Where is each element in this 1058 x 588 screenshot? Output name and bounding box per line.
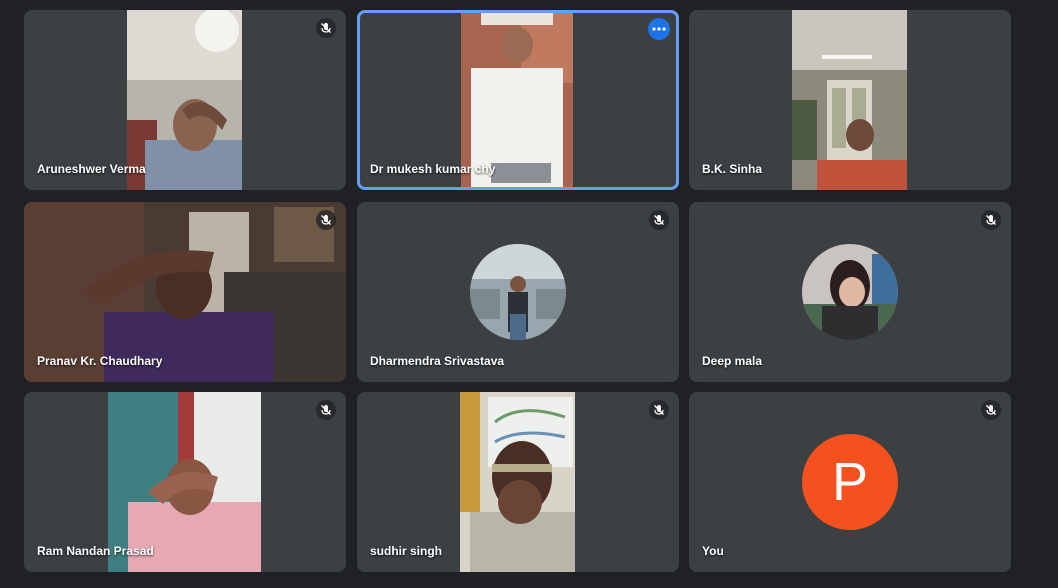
mic-off-icon <box>649 210 669 230</box>
participant-name: Dr mukesh kumar chy <box>370 162 496 176</box>
avatar <box>802 244 898 340</box>
participant-tile-deep-mala[interactable]: Deep mala <box>689 202 1011 382</box>
participant-tile-pranav-kr-chaudhary[interactable]: Pranav Kr. Chaudhary <box>24 202 346 382</box>
avatar <box>470 244 566 340</box>
mic-off-icon <box>316 210 336 230</box>
participant-tile-ram-nandan-prasad[interactable]: Ram Nandan Prasad <box>24 392 346 572</box>
mic-off-icon <box>981 210 1001 230</box>
participant-video <box>461 13 573 187</box>
participant-tile-dr-mukesh-kumar-chy[interactable]: Dr mukesh kumar chy <box>357 10 679 190</box>
more-options-button[interactable] <box>648 18 670 40</box>
participant-tile-aruneshwer-verma[interactable]: Aruneshwer Verma <box>24 10 346 190</box>
participant-name: Dharmendra Srivastava <box>370 354 505 368</box>
participant-name: sudhir singh <box>370 544 442 558</box>
participant-name: Deep mala <box>702 354 763 368</box>
mic-off-icon <box>316 18 336 38</box>
participant-tile-you[interactable]: P You <box>689 392 1011 572</box>
participant-name: B.K. Sinha <box>702 162 763 176</box>
participant-name: Pranav Kr. Chaudhary <box>37 354 163 368</box>
participant-grid: Aruneshwer Verma Dr mukesh kumar chy B.K… <box>0 0 1058 588</box>
mic-off-icon <box>316 400 336 420</box>
participant-tile-bk-sinha[interactable]: B.K. Sinha <box>689 10 1011 190</box>
participant-video <box>460 392 575 572</box>
participant-name: Ram Nandan Prasad <box>37 544 154 558</box>
participant-video <box>792 10 907 190</box>
participant-name: You <box>702 544 724 558</box>
participant-name: Aruneshwer Verma <box>37 162 146 176</box>
mic-off-icon <box>981 400 1001 420</box>
avatar: P <box>802 434 898 530</box>
mic-off-icon <box>649 400 669 420</box>
participant-tile-dharmendra-srivastava[interactable]: Dharmendra Srivastava <box>357 202 679 382</box>
participant-tile-sudhir-singh[interactable]: sudhir singh <box>357 392 679 572</box>
